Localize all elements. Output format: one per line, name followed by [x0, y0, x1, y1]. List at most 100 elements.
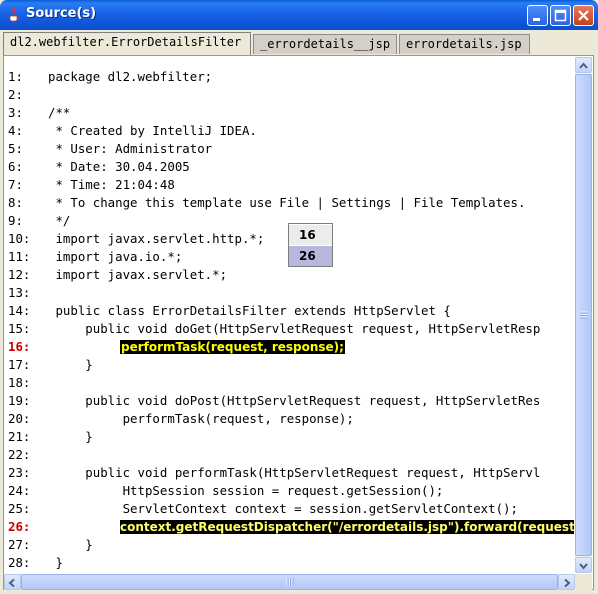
code-text: context.getRequestDispatcher("/errordeta… [120, 518, 574, 536]
line-number: 20: [8, 411, 31, 426]
line-number: 6: [8, 159, 23, 174]
line-number: 4: [8, 123, 23, 138]
grip-icon [286, 578, 294, 586]
line-number: 22: [8, 447, 31, 462]
line-number: 16: [8, 339, 31, 354]
line-number: 3: [8, 105, 23, 120]
code-line[interactable]: 19: public void doPost(HttpServletReques… [4, 392, 574, 410]
code-text: } [48, 357, 93, 372]
code-line[interactable]: 13: [4, 284, 574, 302]
code-text: import javax.servlet.*; [48, 267, 228, 282]
line-number: 8: [8, 195, 23, 210]
tab-errordetails-jsp[interactable]: errordetails.jsp [399, 34, 530, 54]
close-icon [578, 10, 589, 21]
code-line[interactable]: 12: import javax.servlet.*; [4, 266, 574, 284]
code-line[interactable]: 6: * Date: 30.04.2005 [4, 158, 574, 176]
code-text: } [48, 555, 63, 570]
source-editor[interactable]: 1: package dl2.webfilter; 2: 3: /** 4: * Crea… [4, 57, 574, 573]
code-line[interactable]: 14: public class ErrorDetailsFilter exte… [4, 302, 574, 320]
popup-option-26[interactable]: 26 [289, 246, 332, 266]
line-number: 27: [8, 537, 31, 552]
code-line[interactable]: 15: public void doGet(HttpServletRequest… [4, 320, 574, 338]
horizontal-scrollbar[interactable] [4, 574, 575, 590]
java-cup-icon [6, 7, 22, 23]
minimize-icon [533, 18, 540, 21]
scroll-down-button[interactable] [575, 557, 592, 573]
line-number: 19: [8, 393, 31, 408]
code-line[interactable]: 22: [4, 446, 574, 464]
code-line[interactable]: 3: /** [4, 104, 574, 122]
arrow-left-icon [8, 578, 15, 588]
code-text: * Date: 30.04.2005 [48, 159, 190, 174]
line-number: 18: [8, 375, 31, 390]
line-number: 24: [8, 483, 31, 498]
line-number: 23: [8, 465, 31, 480]
code-line[interactable]: 21: } [4, 428, 574, 446]
code-text: * To change this template use File | Set… [48, 195, 526, 210]
code-text: import java.io.*; [48, 249, 183, 264]
line-number: 28: [8, 555, 31, 570]
code-text: performTask(request, response); [48, 411, 354, 426]
code-line[interactable]: 23: public void performTask(HttpServletR… [4, 464, 574, 482]
close-button[interactable] [573, 5, 594, 26]
code-text: HttpSession session = request.getSession… [48, 483, 444, 498]
minimize-button[interactable] [527, 5, 548, 26]
line-number: 25: [8, 501, 31, 516]
line-number: 26: [8, 519, 31, 534]
code-line[interactable]: 16: performTask(request, response); [4, 338, 574, 356]
code-text: */ [48, 213, 71, 228]
breakpoint-line-popup[interactable]: 16 26 [288, 223, 333, 267]
code-text: public void doPost(HttpServletRequest re… [48, 393, 541, 408]
code-text: public void doGet(HttpServletRequest req… [48, 321, 541, 336]
popup-option-16[interactable]: 16 [289, 225, 332, 245]
code-text: public void performTask(HttpServletReque… [48, 465, 541, 480]
code-line[interactable]: 27: } [4, 536, 574, 554]
line-number: 1: [8, 69, 23, 84]
horizontal-scroll-thumb[interactable] [21, 574, 558, 590]
scrollbar-corner [575, 574, 592, 590]
scroll-left-button[interactable] [4, 574, 21, 590]
grip-icon [580, 311, 588, 319]
code-line[interactable]: 2: [4, 86, 574, 104]
scroll-right-button[interactable] [558, 574, 575, 590]
maximize-button[interactable] [550, 5, 571, 26]
code-line[interactable]: 5: * User: Administrator [4, 140, 574, 158]
code-text: * User: Administrator [48, 141, 213, 156]
code-line[interactable]: 24: HttpSession session = request.getSes… [4, 482, 574, 500]
code-line[interactable]: 4: * Created by IntelliJ IDEA. [4, 122, 574, 140]
line-number: 15: [8, 321, 31, 336]
code-text: } [48, 429, 93, 444]
code-text: ServletContext context = session.getServ… [48, 501, 518, 516]
code-line[interactable]: 25: ServletContext context = session.get… [4, 500, 574, 518]
line-number: 21: [8, 429, 31, 444]
line-number: 17: [8, 357, 31, 372]
line-number: 5: [8, 141, 23, 156]
code-line[interactable]: 7: * Time: 21:04:48 [4, 176, 574, 194]
code-line[interactable]: 1: package dl2.webfilter; [4, 68, 574, 86]
arrow-right-icon [564, 578, 571, 588]
line-number: 12: [8, 267, 31, 282]
code-text: package dl2.webfilter; [48, 69, 213, 84]
code-text: performTask(request, response); [120, 338, 345, 356]
tab-errordetailsfilter[interactable]: dl2.webfilter.ErrorDetailsFilter [3, 32, 251, 55]
code-line[interactable]: 8: * To change this template use File | … [4, 194, 574, 212]
code-text: public class ErrorDetailsFilter extends … [48, 303, 451, 318]
code-text: } [48, 537, 93, 552]
code-line[interactable]: 18: [4, 374, 574, 392]
scroll-up-button[interactable] [575, 57, 592, 73]
tab-errordetails-jsp-class[interactable]: _errordetails__jsp [253, 34, 397, 54]
highlighted-statement: context.getRequestDispatcher("/errordeta… [120, 520, 574, 534]
code-line[interactable]: 20: performTask(request, response); [4, 410, 574, 428]
code-text: /** [48, 105, 71, 120]
vertical-scrollbar[interactable] [575, 57, 592, 573]
code-line[interactable]: 26: context.getRequestDispatcher("/errord… [4, 518, 574, 536]
title-bar[interactable]: Source(s) [0, 0, 598, 30]
source-window: Source(s) dl2.webfilter.ErrorDetailsFilt… [0, 0, 598, 593]
vertical-scroll-thumb[interactable] [575, 74, 592, 556]
line-number: 11: [8, 249, 31, 264]
code-line[interactable]: 17: } [4, 356, 574, 374]
code-text: * Time: 21:04:48 [48, 177, 175, 192]
line-number: 10: [8, 231, 31, 246]
arrow-down-icon [579, 563, 588, 570]
code-line[interactable]: 28: } [4, 554, 574, 572]
